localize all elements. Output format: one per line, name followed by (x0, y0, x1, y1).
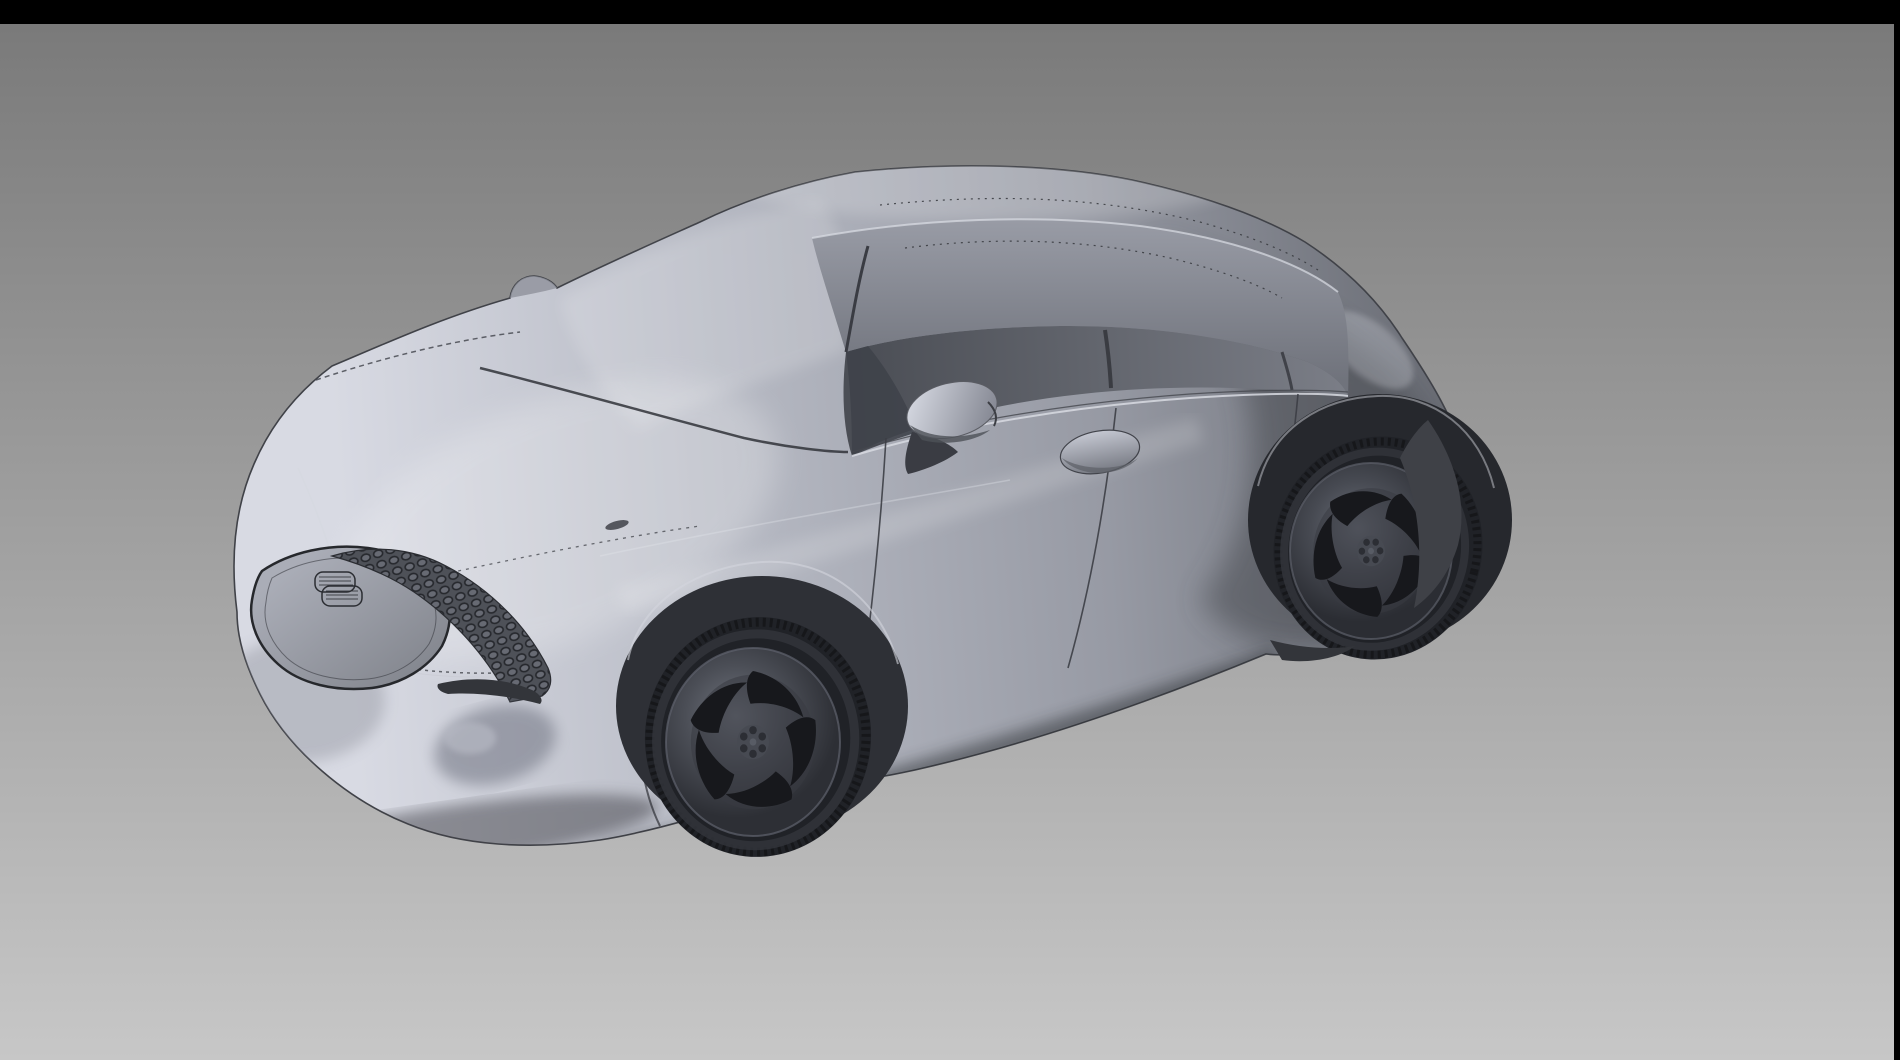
right-letterbox-bar (1894, 24, 1900, 1060)
top-letterbox-bar (0, 0, 1900, 24)
cad-app-window (0, 0, 1900, 1060)
cad-viewport-screenshot (0, 0, 1900, 1060)
